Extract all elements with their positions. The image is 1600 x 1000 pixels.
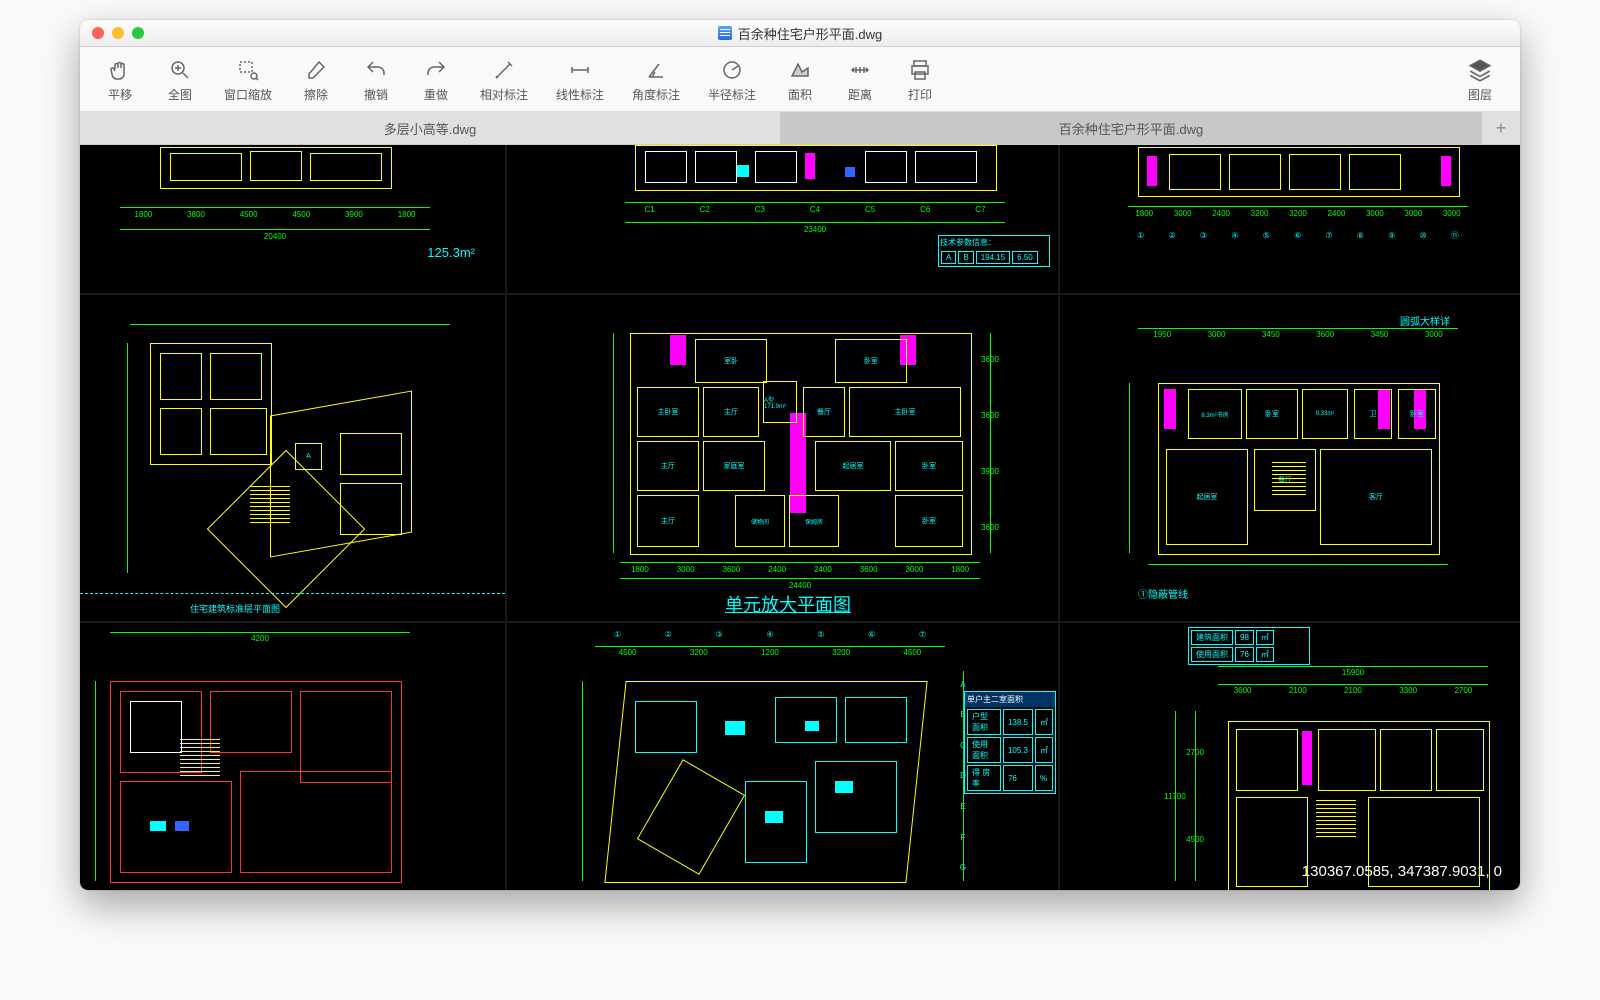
plan-cell-top-center: C1C2C3C4C5C6C7 23400 技术参数信息： AB194.156.5… — [505, 145, 1058, 293]
angle-icon — [642, 56, 670, 84]
area-icon — [786, 56, 814, 84]
dim-relative-tool[interactable]: 相对标注 — [466, 49, 542, 109]
print-icon — [906, 56, 934, 84]
dim-angle-tool[interactable]: 角度标注 — [618, 49, 694, 109]
traffic-lights — [92, 27, 144, 39]
tab-1[interactable]: 多层小高等.dwg — [80, 112, 781, 144]
titlebar[interactable]: 百余种住宅户形平面.dwg — [80, 20, 1520, 47]
plan-cell-top-left: 180038004500450039001800 20400 125.3m² — [80, 145, 505, 293]
undo-tool[interactable]: 撤销 — [346, 49, 406, 109]
erase-tool[interactable]: 擦除 — [286, 49, 346, 109]
eraser-icon — [302, 56, 330, 84]
layers-icon — [1466, 56, 1494, 84]
redo-tool[interactable]: 重做 — [406, 49, 466, 109]
distance-icon — [846, 56, 874, 84]
fit-view-tool[interactable]: 全图 — [150, 49, 210, 109]
dim-radius-tool[interactable]: 半径标注 — [694, 49, 770, 109]
area-tool[interactable]: 面积 — [770, 49, 830, 109]
minimize-button[interactable] — [112, 27, 124, 39]
plan-cell-bot-left: 4200 — [80, 621, 505, 890]
plan-cell-mid-right: 圆弧大样详 195030003450360034503000 8.3m²书房 卧… — [1058, 293, 1520, 621]
magnifier-plus-icon — [166, 56, 194, 84]
print-tool[interactable]: 打印 — [890, 49, 950, 109]
dim-linear-icon — [566, 56, 594, 84]
radius-icon — [718, 56, 746, 84]
close-button[interactable] — [92, 27, 104, 39]
unit-area-table: 单户主二室面积 户型面积138.5㎡ 使用面积105.3㎡ 得 房 率76% — [964, 691, 1056, 794]
dim-rel-icon — [490, 56, 518, 84]
layers-tool[interactable]: 图层 — [1450, 49, 1510, 109]
new-tab-button[interactable]: + — [1482, 112, 1520, 144]
plan-cell-top-right: 180030002400320032002400300030003000 ①②③… — [1058, 145, 1520, 293]
plan-cell-bot-right: 建筑面积98㎡ 使用面积76㎡ 15900 360021002100330027… — [1058, 621, 1520, 890]
status-coordinates: 130367.0585, 347387.9031, 0 — [1302, 863, 1502, 880]
toolbar: 平移 全图 窗口缩放 擦除 撤销 重做 相对标注 线性标注 角度标注 半径标注 … — [80, 47, 1520, 112]
distance-tool[interactable]: 距离 — [830, 49, 890, 109]
zoom-button[interactable] — [132, 27, 144, 39]
app-window: 百余种住宅户形平面.dwg 平移 全图 窗口缩放 擦除 撤销 重做 相对标注 线… — [80, 20, 1520, 890]
window-title: 百余种住宅户形平面.dwg — [80, 24, 1520, 43]
zoom-rect-icon — [234, 56, 262, 84]
document-icon — [718, 26, 732, 40]
plan-cell-mid-left: A 住宅建筑标准层平面图 — [80, 293, 505, 621]
plan-title-label: 单元放大平面图 — [725, 591, 851, 617]
plan-cell-bot-center: ①②③④⑤⑥⑦ 45003200120032004500 ABCDEFG — [505, 621, 1058, 890]
pan-tool[interactable]: 平移 — [90, 49, 150, 109]
drawing-canvas[interactable]: 180038004500450039001800 20400 125.3m² — [80, 145, 1520, 890]
viewport[interactable]: 180038004500450039001800 20400 125.3m² — [80, 145, 1520, 890]
dim-linear-tool[interactable]: 线性标注 — [542, 49, 618, 109]
undo-icon — [362, 56, 390, 84]
plan-cell-mid-center: 室卧 卧室 主卧室 主厅 A型 171.9m² 餐厅 主卧室 主厅 家庭室 起居… — [505, 293, 1058, 621]
tab-bar: 多层小高等.dwg 百余种住宅户形平面.dwg + — [80, 112, 1520, 145]
redo-icon — [422, 56, 450, 84]
tab-2[interactable]: 百余种住宅户形平面.dwg — [781, 112, 1482, 144]
hand-icon — [106, 56, 134, 84]
zoom-window-tool[interactable]: 窗口缩放 — [210, 49, 286, 109]
